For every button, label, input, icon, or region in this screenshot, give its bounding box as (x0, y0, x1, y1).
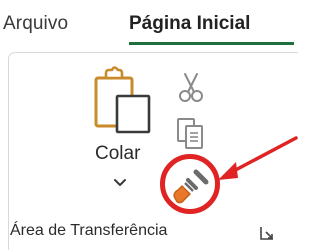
tab-file[interactable]: Arquivo (3, 9, 68, 39)
dialog-launcher-icon[interactable] (258, 224, 276, 242)
cut-button[interactable] (172, 68, 212, 108)
paste-label: Colar (95, 143, 141, 164)
tab-home[interactable]: Página Inicial (129, 9, 250, 39)
ribbon-tab-bar: Arquivo Página Inicial (0, 0, 298, 52)
word-ribbon-screenshot: Arquivo Página Inicial Colar Área de Tra… (0, 0, 298, 250)
copy-button[interactable] (172, 114, 212, 154)
scissors-icon (179, 73, 203, 102)
active-tab-indicator (129, 42, 294, 45)
paintbrush-icon (173, 169, 209, 204)
chevron-down-icon[interactable] (112, 178, 128, 188)
format-painter-button[interactable] (166, 160, 220, 214)
clipboard-paste-icon (94, 66, 151, 134)
clipboard-group-label: Área de Transferência (10, 222, 168, 239)
copy-icon (177, 118, 203, 149)
